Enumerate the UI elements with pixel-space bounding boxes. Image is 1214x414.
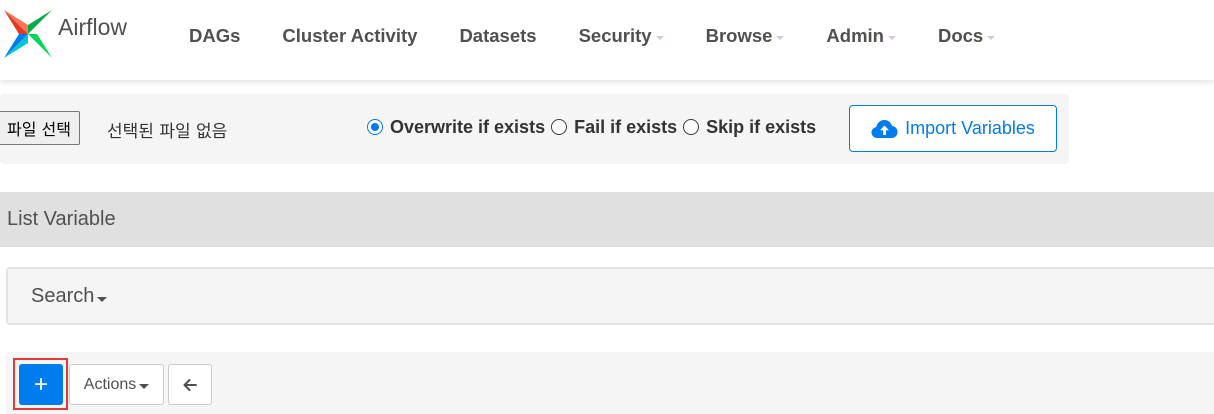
- nav-item-label: Docs: [937, 25, 984, 46]
- nav-item-admin[interactable]: Admin: [805, 25, 917, 47]
- import-variables-button[interactable]: Import Variables: [849, 105, 1057, 152]
- back-button[interactable]: [168, 364, 212, 405]
- caret-down-icon: [987, 35, 996, 40]
- nav-item-label: DAGs: [189, 25, 241, 46]
- cloud-upload-icon: [871, 119, 898, 138]
- import-variables-label: Import Variables: [905, 118, 1035, 138]
- nav-item-label: Admin: [826, 25, 884, 46]
- nav-item-browse[interactable]: Browse: [685, 25, 806, 47]
- caret-down-icon: [655, 35, 664, 40]
- file-choose-button[interactable]: 파일 선택: [0, 111, 80, 145]
- page-title: List Variable: [7, 208, 116, 230]
- fail-radio[interactable]: [551, 119, 568, 135]
- actions-dropdown-button[interactable]: Actions: [69, 364, 164, 405]
- list-header: List Variable: [0, 192, 1214, 247]
- search-panel: Search: [6, 267, 1214, 325]
- arrow-left-icon: [183, 378, 197, 391]
- airflow-logo-icon: [4, 10, 52, 58]
- actions-label: Actions: [83, 375, 137, 393]
- nav-item-label: Security: [578, 25, 652, 46]
- overwrite-label[interactable]: Overwrite if exists: [390, 117, 545, 138]
- brand-name: Airflow: [58, 13, 128, 40]
- navbar: Airflow DAGs Cluster Activity Datasets S…: [0, 0, 1214, 80]
- brand-link[interactable]: Airflow: [2, 8, 127, 60]
- skip-label[interactable]: Skip if exists: [706, 117, 816, 138]
- nav-item-docs[interactable]: Docs: [917, 25, 1016, 47]
- caret-down-icon: [97, 296, 108, 302]
- overwrite-radio[interactable]: [367, 119, 383, 135]
- file-status-text: 선택된 파일 없음: [107, 122, 228, 142]
- import-mode-radio-group: Overwrite if exists Fail if exists Skip …: [367, 114, 822, 140]
- nav-item-label: Browse: [705, 25, 773, 46]
- nav-menu: DAGs Cluster Activity Datasets Security …: [168, 0, 1016, 72]
- search-toggle[interactable]: Search: [31, 284, 108, 308]
- nav-item-dags[interactable]: DAGs: [168, 25, 261, 47]
- skip-radio[interactable]: [683, 119, 700, 135]
- search-label: Search: [31, 284, 95, 307]
- fail-label[interactable]: Fail if exists: [574, 117, 677, 138]
- nav-item-label: Cluster Activity: [282, 25, 418, 46]
- add-variable-button[interactable]: +: [19, 364, 63, 405]
- nav-item-cluster-activity[interactable]: Cluster Activity: [261, 25, 438, 47]
- nav-item-datasets[interactable]: Datasets: [438, 25, 557, 47]
- nav-item-security[interactable]: Security: [558, 25, 685, 47]
- nav-item-label: Datasets: [459, 25, 537, 46]
- caret-down-icon: [139, 383, 150, 389]
- caret-down-icon: [887, 35, 896, 40]
- caret-down-icon: [776, 35, 785, 40]
